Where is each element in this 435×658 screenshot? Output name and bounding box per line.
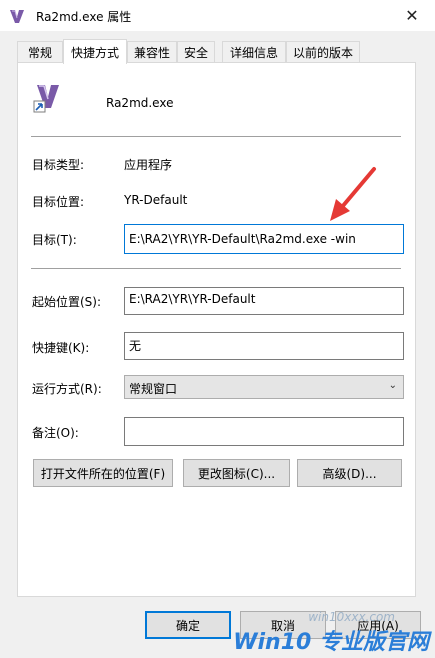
- start-in-field[interactable]: E:\RA2\YR\YR-Default: [124, 287, 404, 315]
- open-file-location-button[interactable]: 打开文件所在的位置(F): [33, 459, 173, 487]
- run-select[interactable]: 常规窗口 ⌄: [124, 375, 404, 399]
- divider: [31, 268, 401, 269]
- properties-panel: [17, 62, 416, 597]
- watermark-site: win10xxx.com: [308, 610, 395, 624]
- tab-shortcut-label: 快捷方式: [70, 45, 119, 60]
- ok-label: 确定: [175, 618, 200, 633]
- shortcut-key-label: 快捷键(K):: [32, 341, 90, 355]
- change-icon-label: 更改图标(C)...: [197, 466, 276, 481]
- tab-general-label: 常规: [27, 45, 52, 60]
- start-in-label: 起始位置(S):: [32, 295, 102, 309]
- tab-security-label: 安全: [183, 45, 208, 60]
- target-type-value: 应用程序: [124, 158, 173, 172]
- chevron-down-icon: ⌄: [388, 380, 397, 391]
- advanced-button[interactable]: 高级(D)...: [297, 459, 402, 487]
- open-file-location-label: 打开文件所在的位置(F): [40, 466, 166, 481]
- target-location-label: 目标位置:: [32, 195, 85, 209]
- target-label: 目标(T):: [32, 233, 77, 247]
- tab-details-label: 详细信息: [229, 45, 278, 60]
- target-type-label: 目标类型:: [32, 158, 85, 172]
- change-icon-button[interactable]: 更改图标(C)...: [183, 459, 290, 487]
- watermark-text: Win10 专业版官网: [233, 630, 429, 655]
- tab-compatibility[interactable]: 兼容性: [127, 41, 177, 62]
- tab-shortcut[interactable]: 快捷方式: [63, 39, 127, 64]
- shortcut-key-field-value: 无: [129, 339, 142, 353]
- app-icon: [10, 10, 24, 23]
- target-field-value: E:\RA2\YR\YR-Default\Ra2md.exe -win: [129, 232, 356, 246]
- annotation-arrow: [330, 167, 376, 221]
- tab-previous-versions[interactable]: 以前的版本: [286, 41, 360, 62]
- tab-previous-versions-label: 以前的版本: [292, 45, 353, 60]
- target-location-value: YR-Default: [124, 193, 188, 207]
- comment-field[interactable]: [124, 417, 404, 446]
- tab-security[interactable]: 安全: [177, 41, 215, 62]
- close-icon: ✕: [405, 6, 419, 25]
- shortcut-name: Ra2md.exe: [106, 96, 174, 110]
- tab-general[interactable]: 常规: [17, 41, 63, 62]
- shortcut-key-field[interactable]: 无: [124, 332, 404, 360]
- run-label: 运行方式(R):: [32, 382, 102, 396]
- close-button[interactable]: ✕: [389, 0, 435, 31]
- start-in-field-value: E:\RA2\YR\YR-Default: [129, 292, 256, 306]
- comment-label: 备注(O):: [32, 426, 79, 440]
- divider: [31, 136, 401, 137]
- tab-compatibility-label: 兼容性: [133, 45, 170, 60]
- window-title: Ra2md.exe 属性: [36, 10, 132, 24]
- run-select-value: 常规窗口: [129, 382, 178, 396]
- shortcut-app-icon: [33, 85, 59, 113]
- advanced-label: 高级(D)...: [322, 466, 377, 481]
- tab-details[interactable]: 详细信息: [222, 41, 286, 62]
- ok-button[interactable]: 确定: [145, 611, 231, 639]
- target-field[interactable]: E:\RA2\YR\YR-Default\Ra2md.exe -win: [124, 224, 404, 254]
- title-bar: Ra2md.exe 属性 ✕: [0, 0, 435, 31]
